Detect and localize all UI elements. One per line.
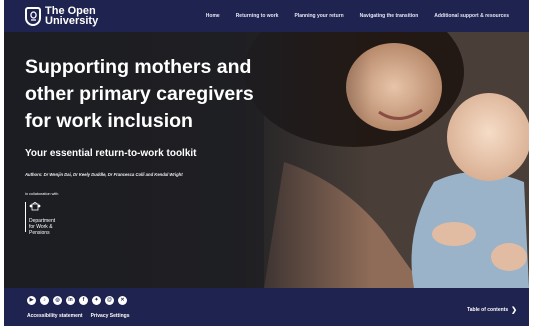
x-icon[interactable]: ✕ — [118, 296, 127, 305]
hero-content: Supporting mothers and other primary car… — [25, 54, 285, 236]
nav-planning-your-return[interactable]: Planning your return — [286, 13, 351, 19]
hero-banner: Supporting mothers and other primary car… — [4, 32, 529, 288]
ou-logo[interactable]: The Open University — [25, 6, 99, 27]
tiktok-icon[interactable]: ♪ — [40, 296, 49, 305]
linkedin-icon[interactable]: in — [66, 296, 75, 305]
nav-additional-support[interactable]: Additional support & resources — [426, 13, 517, 19]
page-frame: The Open University Home Returning to wo… — [4, 0, 529, 326]
site-footer: ▶ ♪ ◎ in f ✦ @ ✕ Accessibility statement… — [4, 288, 529, 326]
accessibility-statement-link[interactable]: Accessibility statement — [27, 313, 83, 319]
threads-icon[interactable]: @ — [105, 296, 114, 305]
nav-home[interactable]: Home — [198, 13, 228, 19]
footer-links: Accessibility statement Privacy Settings — [27, 313, 130, 319]
bluesky-icon[interactable]: ✦ — [92, 296, 101, 305]
title-line1: Supporting mothers and — [25, 56, 252, 78]
page-title: Supporting mothers and other primary car… — [25, 54, 285, 135]
facebook-icon[interactable]: f — [79, 296, 88, 305]
dwp-line3: Pensions — [29, 230, 50, 236]
dwp-name: Department for Work & Pensions — [29, 218, 55, 236]
authors-line: Authors: Dr Wenjin Dai, Dr Keely Duddle,… — [25, 172, 183, 177]
nav-navigating-the-transition[interactable]: Navigating the transition — [352, 13, 427, 19]
logo-text: The Open University — [45, 6, 99, 27]
social-links: ▶ ♪ ◎ in f ✦ @ ✕ — [27, 296, 127, 305]
page-subtitle: Your essential return-to-work toolkit — [25, 148, 197, 159]
youtube-icon[interactable]: ▶ — [27, 296, 36, 305]
main-nav: Home Returning to work Planning your ret… — [198, 13, 517, 19]
privacy-settings-link[interactable]: Privacy Settings — [91, 313, 130, 319]
collaboration-label: in collaboration with — [25, 192, 59, 196]
dwp-logo: Department for Work & Pensions — [25, 200, 285, 236]
ou-shield-icon — [25, 6, 41, 26]
table-of-contents-button[interactable]: Table of contents ❯ — [467, 306, 517, 314]
toc-label: Table of contents — [467, 307, 509, 313]
logo-line2: University — [45, 15, 99, 27]
royal-crest-icon — [29, 201, 41, 211]
instagram-icon[interactable]: ◎ — [53, 296, 62, 305]
title-line3: for work inclusion — [25, 110, 193, 132]
title-line2: other primary caregivers — [25, 83, 254, 105]
dwp-divider — [25, 202, 26, 232]
nav-returning-to-work[interactable]: Returning to work — [228, 13, 287, 19]
site-header: The Open University Home Returning to wo… — [4, 0, 529, 32]
chevron-right-icon: ❯ — [511, 307, 517, 314]
